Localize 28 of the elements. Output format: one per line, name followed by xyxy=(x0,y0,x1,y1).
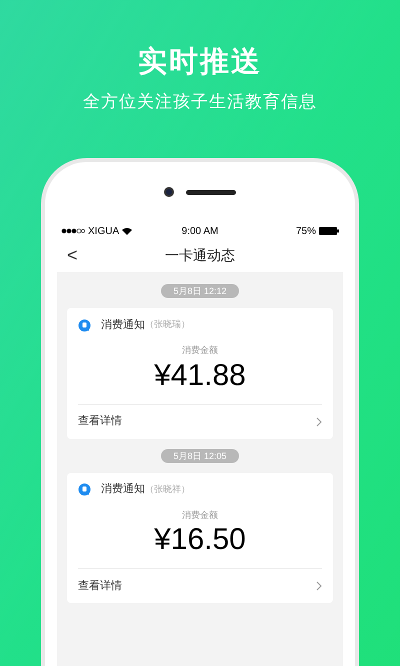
battery-percent: 75% xyxy=(296,224,316,238)
notification-icon xyxy=(78,318,91,332)
notice-title: 消费通知 xyxy=(101,482,145,498)
amount-label: 消费金额 xyxy=(182,508,218,522)
camera-icon xyxy=(164,187,174,197)
subtitle: 全方位关注孩子生活教育信息 xyxy=(83,91,317,113)
wifi-icon xyxy=(122,227,132,235)
amount-value: ¥16.50 xyxy=(154,522,246,558)
notification-icon xyxy=(78,483,91,496)
time-pill: 5月8日 12:12 xyxy=(161,284,239,298)
status-time: 9:00 AM xyxy=(180,224,220,238)
chevron-right-icon xyxy=(316,416,322,426)
time-pill: 5月8日 12:05 xyxy=(161,448,239,462)
details-link[interactable]: 查看详情 xyxy=(78,413,122,430)
student-name: （张晓祥） xyxy=(145,482,190,496)
speaker-grille xyxy=(186,190,236,194)
amount-label: 消费金额 xyxy=(182,344,218,357)
student-name: （张晓瑞） xyxy=(145,318,190,332)
battery-icon xyxy=(319,227,340,235)
headline: 实时推送 xyxy=(138,44,262,80)
back-button[interactable]: < xyxy=(57,246,88,264)
carrier-name: XIGUA xyxy=(88,224,120,238)
notice-title: 消费通知 xyxy=(101,318,145,333)
chevron-right-icon xyxy=(316,581,322,591)
page-title: 一卡通动态 xyxy=(165,246,235,264)
signal-dots-icon xyxy=(61,228,85,234)
amount-value: ¥41.88 xyxy=(154,358,246,394)
details-link[interactable]: 查看详情 xyxy=(78,578,122,594)
